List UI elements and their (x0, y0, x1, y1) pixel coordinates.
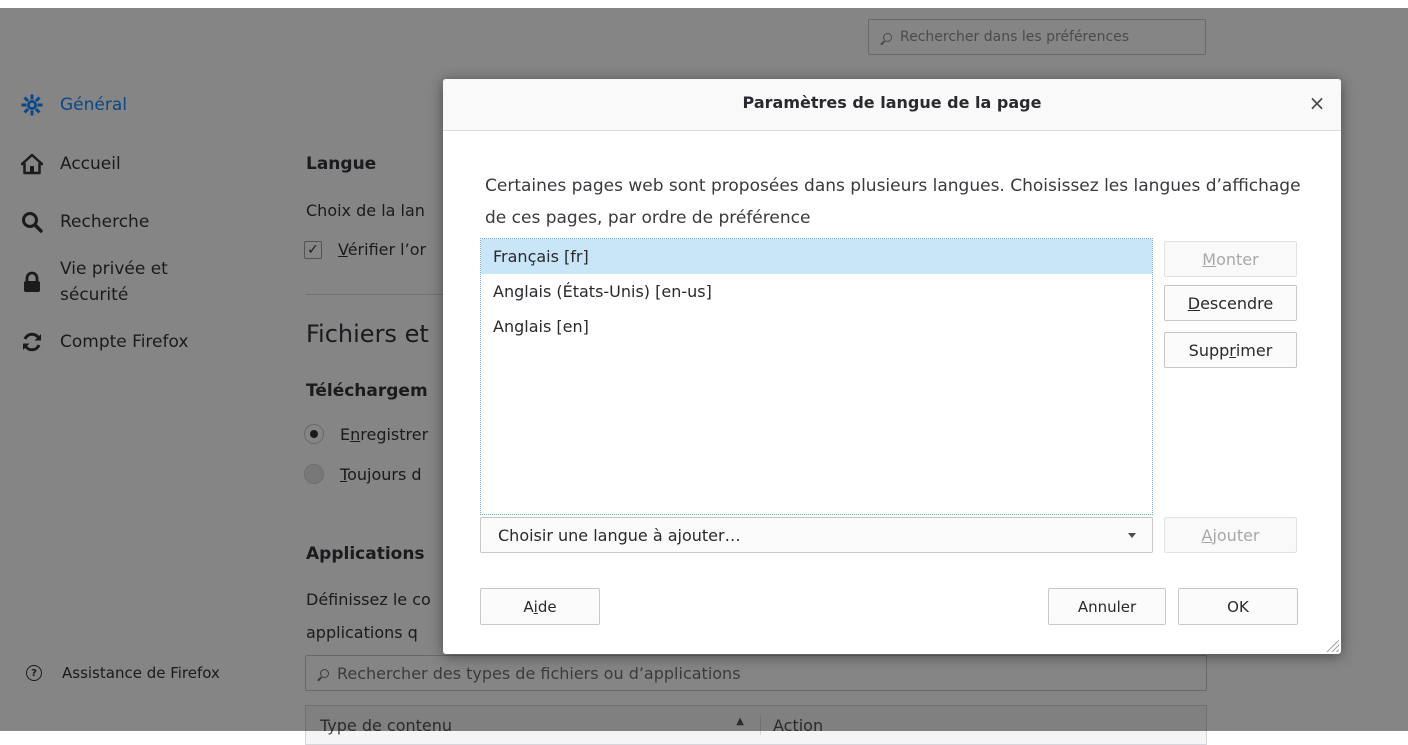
ok-button[interactable]: OK (1178, 588, 1298, 625)
add-language-select-value: Choisir une langue à ajouter… (498, 525, 741, 545)
chevron-down-icon (1128, 533, 1136, 538)
language-list[interactable]: Français [fr] Anglais (États-Unis) [en-u… (480, 238, 1153, 515)
add-access-key: A (1201, 525, 1213, 545)
remove-label-rest: imer (1235, 340, 1273, 360)
move-up-button[interactable]: Monter (1164, 241, 1297, 277)
add-label-rest: jouter (1212, 525, 1260, 545)
language-item-fr[interactable]: Français [fr] (481, 239, 1152, 274)
dialog-title-bar: Paramètres de langue de la page × (443, 79, 1341, 131)
move-down-access-key: D (1187, 293, 1201, 313)
page-language-dialog: Paramètres de langue de la page × Certai… (443, 79, 1341, 654)
top-margin (0, 0, 1408, 8)
remove-button[interactable]: Supp r imer (1164, 332, 1297, 368)
help-label-rest: de (537, 597, 557, 616)
move-down-button[interactable]: Descendre (1164, 285, 1297, 321)
language-item-en[interactable]: Anglais [en] (481, 309, 1152, 344)
move-down-label-rest: escendre (1200, 293, 1274, 313)
preferences-page: Rechercher dans les préférences Général … (0, 0, 1408, 745)
move-up-access-key: M (1202, 249, 1217, 269)
remove-access-key: r (1229, 340, 1236, 360)
help-button[interactable]: Ai de (480, 588, 600, 625)
dialog-description: Certaines pages web sont proposées dans … (485, 176, 1301, 228)
close-icon[interactable]: × (1305, 91, 1329, 115)
help-label-pre: A (523, 597, 534, 616)
dialog-title: Paramètres de langue de la page (742, 93, 1042, 112)
language-item-en-us[interactable]: Anglais (États-Unis) [en-us] (481, 274, 1152, 309)
add-button[interactable]: Ajouter (1164, 517, 1297, 553)
add-language-select[interactable]: Choisir une langue à ajouter… (480, 517, 1153, 553)
resize-grip-icon[interactable] (1325, 638, 1339, 652)
cancel-button[interactable]: Annuler (1048, 588, 1166, 625)
move-up-label-rest: onter (1216, 249, 1259, 269)
remove-label-pre: Supp (1188, 340, 1230, 360)
